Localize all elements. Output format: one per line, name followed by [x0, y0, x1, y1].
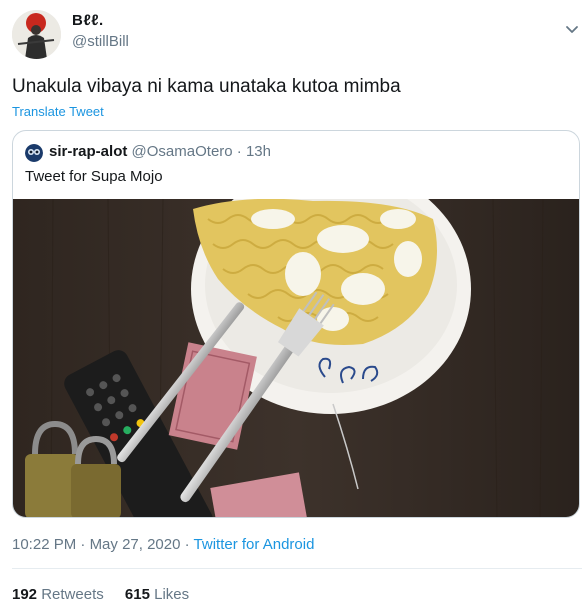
timestamp-separator: · — [184, 536, 190, 553]
quoted-header: sir-rap-alot @OsamaOtero · 13h — [49, 143, 271, 160]
quoted-text: Tweet for Supa Mojo — [25, 168, 163, 185]
chevron-down-icon — [566, 26, 578, 33]
tweet-date[interactable]: May 27, 2020 — [90, 536, 181, 553]
tweet-timestamp: 10:22 PM · May 27, 2020 · Twitter for An… — [12, 536, 314, 553]
likes-count: 615 — [124, 586, 150, 603]
quoted-handle[interactable]: @OsamaOtero — [132, 143, 233, 160]
retweets-stat[interactable]: 192 Retweets — [12, 586, 108, 603]
quoted-time[interactable]: 13h — [246, 143, 271, 160]
handle[interactable]: @stillBill — [72, 33, 129, 50]
quoted-display-name[interactable]: sir-rap-alot — [49, 143, 127, 160]
tweet-stats: 192 Retweets 615 Likes — [12, 586, 206, 603]
likes-label: Likes — [154, 586, 190, 603]
translate-tweet-link[interactable]: Translate Tweet — [12, 104, 104, 119]
quoted-separator: · — [236, 143, 242, 160]
tweet-time[interactable]: 10:22 PM — [12, 536, 76, 553]
likes-stat[interactable]: 615 Likes — [125, 586, 189, 603]
tweet-source-link[interactable]: Twitter for Android — [194, 536, 315, 553]
retweets-label: Retweets — [41, 586, 104, 603]
more-options-button[interactable] — [562, 22, 582, 38]
display-name[interactable]: Bℓℓ. — [72, 12, 104, 29]
timestamp-separator: · — [80, 536, 86, 553]
tweet-text: Unakula vibaya ni kama unataka kutoa mim… — [12, 76, 401, 97]
quoted-photo[interactable] — [13, 199, 580, 518]
quoted-tweet[interactable]: sir-rap-alot @OsamaOtero · 13h Tweet for… — [12, 130, 580, 518]
quoted-avatar-image — [25, 144, 43, 162]
retweets-count: 192 — [12, 586, 38, 603]
quoted-avatar[interactable] — [25, 144, 43, 162]
avatar[interactable] — [12, 10, 61, 59]
avatar-image — [12, 10, 61, 59]
divider — [12, 568, 582, 569]
